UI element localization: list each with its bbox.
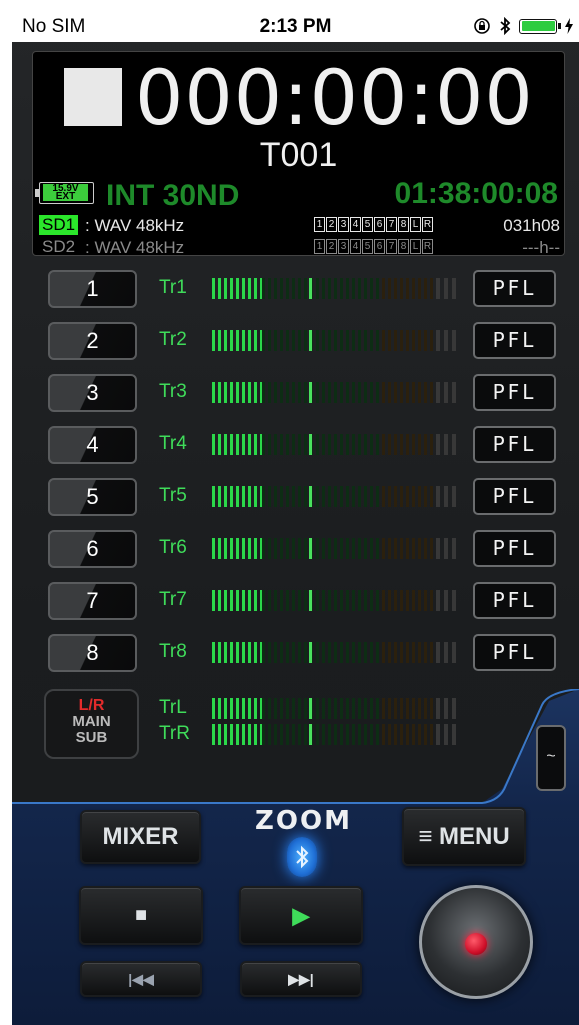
pfl-button[interactable]: PFL — [473, 478, 556, 515]
battery-voltage: 15.9V EXT — [43, 184, 88, 202]
status-icons — [473, 17, 573, 35]
main-label: MAIN — [72, 713, 111, 730]
track-6-button[interactable]: 6 — [48, 530, 137, 568]
clip-indicator — [436, 538, 456, 559]
rewind-button[interactable]: |◀◀ — [80, 961, 202, 997]
track-2-button[interactable]: 2 — [48, 322, 137, 360]
track-label: Tr3 — [159, 381, 187, 402]
sd2-row: SD2 : WAV 48kHz 12345678LR ---h-- — [39, 237, 560, 257]
sd2-track-indicators: 12345678LR — [314, 239, 433, 254]
track-label: Tr5 — [159, 485, 187, 506]
sub-label: SUB — [75, 729, 108, 746]
record-icon — [465, 933, 487, 955]
sd1-row: SD1 : WAV 48kHz 12345678LR 031h08 — [39, 215, 560, 235]
pfl-button[interactable]: PFL — [473, 270, 556, 307]
clip-indicator — [436, 486, 456, 507]
sd2-label: SD2 — [42, 237, 76, 256]
track-r-label: TrR — [159, 723, 190, 744]
track-8-button[interactable]: 8 — [48, 634, 137, 672]
mixer-button[interactable]: MIXER — [80, 810, 201, 864]
sd1-remaining: 031h08 — [503, 216, 560, 235]
lr-label: L/R — [78, 697, 105, 714]
lock-rotation-icon — [474, 18, 490, 34]
sd1-track-indicators: 12345678LR — [314, 217, 433, 232]
clip-indicator — [436, 382, 456, 403]
level-meter — [212, 642, 438, 663]
track-row: 2 Tr2 PFL — [12, 320, 579, 364]
input-source: INT 30ND — [106, 179, 240, 212]
pfl-button[interactable]: PFL — [473, 426, 556, 463]
track-4-button[interactable]: 4 — [48, 426, 137, 464]
level-meter — [212, 590, 438, 611]
record-button[interactable] — [419, 885, 533, 999]
track-row: 8 Tr8 PFL — [12, 632, 579, 676]
level-meter-l — [212, 698, 438, 719]
track-1-button[interactable]: 1 — [48, 270, 137, 308]
main-sub-toggle-button[interactable]: L/R MAIN SUB — [44, 689, 139, 759]
menu-button[interactable]: ≡ MENU — [402, 807, 526, 866]
status-bar: No SIM 2:13 PM — [12, 9, 579, 42]
track-row: 6 Tr6 PFL — [12, 528, 579, 572]
remaining-time: 01:38:00:08 — [394, 177, 558, 210]
time-counter: 000:00:00 — [135, 53, 534, 142]
bluetooth-status-icon — [287, 837, 317, 877]
recorder-app: No SIM 2:13 PM 000:00:00 T001 15.9V EXT … — [12, 9, 579, 1025]
fast-forward-button[interactable]: ▶▶| — [240, 961, 362, 997]
stop-status-icon — [64, 68, 122, 126]
track-label: Tr1 — [159, 277, 187, 298]
track-label: Tr8 — [159, 641, 187, 662]
track-label: Tr4 — [159, 433, 187, 454]
clip-indicator — [436, 642, 456, 663]
track-label: Tr7 — [159, 589, 187, 610]
clip-indicator — [436, 434, 456, 455]
recorder-display: 000:00:00 T001 15.9V EXT INT 30ND 01:38:… — [32, 51, 565, 257]
level-meter — [212, 330, 438, 351]
track-label: Tr2 — [159, 329, 187, 350]
track-row: 4 Tr4 PFL — [12, 424, 579, 468]
track-row: 1 Tr1 PFL — [12, 268, 579, 312]
track-row: 5 Tr5 PFL — [12, 476, 579, 520]
charging-icon — [565, 18, 573, 34]
track-5-button[interactable]: 5 — [48, 478, 137, 516]
level-meter — [212, 538, 438, 559]
sd2-format: : WAV 48kHz — [85, 238, 185, 257]
take-name: T001 — [259, 136, 338, 174]
level-meter — [212, 382, 438, 403]
level-meter-r — [212, 724, 438, 745]
play-button[interactable]: ▶ — [239, 886, 363, 945]
battery-ext-icon: 15.9V EXT — [35, 182, 94, 204]
bluetooth-icon — [500, 17, 511, 35]
level-meter — [212, 486, 438, 507]
pfl-button[interactable]: PFL — [473, 582, 556, 619]
scroll-handle[interactable]: ~ — [536, 725, 566, 791]
track-7-button[interactable]: 7 — [48, 582, 137, 620]
sd2-remaining: ---h-- — [522, 238, 560, 257]
track-3-button[interactable]: 3 — [48, 374, 137, 412]
sd1-label: SD1 — [39, 215, 79, 235]
stop-button[interactable]: ■ — [79, 886, 203, 945]
battery-icon — [519, 18, 561, 34]
clip-indicator — [436, 330, 456, 351]
level-meter — [212, 278, 438, 299]
clip-indicator — [436, 278, 456, 299]
track-label: Tr6 — [159, 537, 187, 558]
clip-indicator-l — [436, 698, 456, 719]
pfl-button[interactable]: PFL — [473, 634, 556, 671]
clip-indicator-r — [436, 724, 456, 745]
pfl-button[interactable]: PFL — [473, 530, 556, 567]
zoom-logo: ZOOM — [255, 806, 352, 836]
track-row: 7 Tr7 PFL — [12, 580, 579, 624]
sd1-format: : WAV 48kHz — [85, 216, 185, 235]
pfl-button[interactable]: PFL — [473, 322, 556, 359]
pfl-button[interactable]: PFL — [473, 374, 556, 411]
track-l-label: TrL — [159, 697, 187, 718]
level-meter — [212, 434, 438, 455]
track-row: 3 Tr3 PFL — [12, 372, 579, 416]
clip-indicator — [436, 590, 456, 611]
